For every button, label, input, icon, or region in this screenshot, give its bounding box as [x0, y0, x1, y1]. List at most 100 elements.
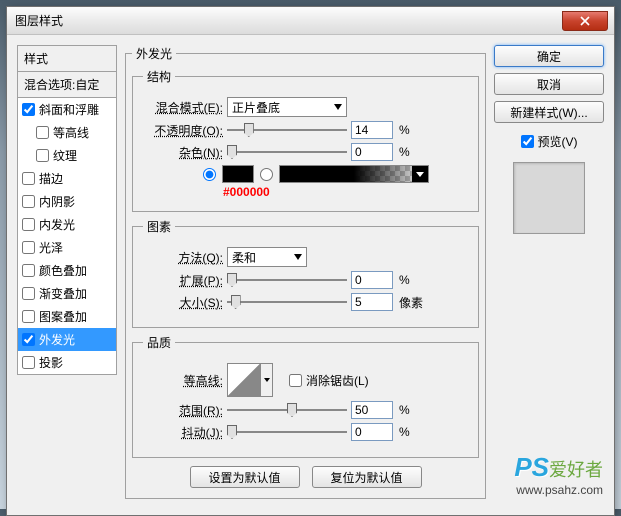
style-checkbox[interactable] [22, 172, 35, 185]
style-label: 颜色叠加 [39, 262, 87, 279]
opacity-slider[interactable] [227, 122, 347, 138]
sidebar-header[interactable]: 样式 [17, 45, 117, 72]
elements-group: 图素 方法(Q): 柔和 扩展(P): % [132, 218, 479, 328]
style-label: 描边 [39, 170, 63, 187]
range-label: 范围(R): [143, 402, 223, 419]
jitter-label: 抖动(J): [143, 424, 223, 441]
style-list: 斜面和浮雕等高线纹理描边内阴影内发光光泽颜色叠加渐变叠加图案叠加外发光投影 [17, 98, 117, 375]
style-item[interactable]: 颜色叠加 [18, 259, 116, 282]
style-checkbox[interactable] [22, 356, 35, 369]
size-unit: 像素 [399, 294, 423, 311]
style-checkbox[interactable] [22, 218, 35, 231]
style-item[interactable]: 图案叠加 [18, 305, 116, 328]
structure-legend: 结构 [143, 68, 175, 85]
style-label: 等高线 [53, 124, 89, 141]
style-label: 纹理 [53, 147, 77, 164]
color-annotation: #000000 [223, 185, 468, 199]
color-radio[interactable] [203, 168, 216, 181]
noise-slider[interactable] [227, 144, 347, 160]
main-panel: 外发光 结构 混合模式(E): 正片叠底 不透明度(O): [125, 45, 486, 505]
group-title: 外发光 [132, 45, 176, 62]
ok-button[interactable]: 确定 [494, 45, 604, 67]
quality-legend: 品质 [143, 334, 175, 351]
gradient-picker[interactable] [279, 165, 429, 183]
preview-label: 预览(V) [538, 133, 578, 150]
spread-label: 扩展(P): [143, 272, 223, 289]
style-checkbox[interactable] [22, 264, 35, 277]
style-label: 内阴影 [39, 193, 75, 210]
style-label: 光泽 [39, 239, 63, 256]
blend-mode-label: 混合模式(E): [143, 99, 223, 116]
opacity-unit: % [399, 123, 410, 137]
style-item[interactable]: 渐变叠加 [18, 282, 116, 305]
dropdown-arrow-icon [294, 254, 302, 260]
color-swatch[interactable] [222, 165, 254, 183]
gradient-radio[interactable] [260, 168, 273, 181]
style-checkbox[interactable] [22, 241, 35, 254]
style-label: 图案叠加 [39, 308, 87, 325]
style-item[interactable]: 外发光 [18, 328, 116, 351]
jitter-slider[interactable] [227, 424, 347, 440]
size-slider[interactable] [227, 294, 347, 310]
noise-input[interactable] [351, 143, 393, 161]
blend-mode-value: 正片叠底 [232, 99, 280, 116]
spread-slider[interactable] [227, 272, 347, 288]
contour-dropdown[interactable] [261, 363, 273, 397]
spread-unit: % [399, 273, 410, 287]
close-icon [580, 16, 590, 26]
noise-unit: % [399, 145, 410, 159]
style-item[interactable]: 纹理 [18, 144, 116, 167]
style-checkbox[interactable] [22, 333, 35, 346]
technique-value: 柔和 [232, 249, 256, 266]
style-label: 投影 [39, 354, 63, 371]
jitter-input[interactable] [351, 423, 393, 441]
style-item[interactable]: 描边 [18, 167, 116, 190]
style-label: 内发光 [39, 216, 75, 233]
new-style-button[interactable]: 新建样式(W)... [494, 101, 604, 123]
contour-picker[interactable] [227, 363, 261, 397]
styles-sidebar: 样式 混合选项:自定 斜面和浮雕等高线纹理描边内阴影内发光光泽颜色叠加渐变叠加图… [17, 45, 117, 505]
style-item[interactable]: 光泽 [18, 236, 116, 259]
elements-legend: 图素 [143, 218, 175, 235]
range-input[interactable] [351, 401, 393, 419]
blend-mode-select[interactable]: 正片叠底 [227, 97, 347, 117]
range-unit: % [399, 403, 410, 417]
set-default-button[interactable]: 设置为默认值 [190, 466, 300, 488]
style-item[interactable]: 投影 [18, 351, 116, 374]
technique-label: 方法(Q): [143, 249, 223, 266]
style-item[interactable]: 斜面和浮雕 [18, 98, 116, 121]
size-input[interactable] [351, 293, 393, 311]
style-checkbox[interactable] [22, 287, 35, 300]
style-item[interactable]: 等高线 [18, 121, 116, 144]
technique-select[interactable]: 柔和 [227, 247, 307, 267]
cancel-button[interactable]: 取消 [494, 73, 604, 95]
dropdown-arrow-icon [334, 104, 342, 110]
style-label: 斜面和浮雕 [39, 101, 99, 118]
style-checkbox[interactable] [36, 149, 49, 162]
range-slider[interactable] [227, 402, 347, 418]
quality-group: 品质 等高线: 消除锯齿(L) 范围(R): % [132, 334, 479, 458]
style-checkbox[interactable] [22, 310, 35, 323]
reset-default-button[interactable]: 复位为默认值 [312, 466, 422, 488]
style-item[interactable]: 内发光 [18, 213, 116, 236]
window-title: 图层样式 [15, 12, 63, 29]
layer-style-dialog: 图层样式 样式 混合选项:自定 斜面和浮雕等高线纹理描边内阴影内发光光泽颜色叠加… [6, 6, 615, 516]
antialias-label: 消除锯齿(L) [306, 372, 369, 389]
contour-label: 等高线: [143, 372, 223, 389]
close-button[interactable] [562, 11, 608, 31]
preview-checkbox[interactable] [521, 135, 534, 148]
preview-thumbnail [513, 162, 585, 234]
antialias-checkbox[interactable] [289, 374, 302, 387]
opacity-input[interactable] [351, 121, 393, 139]
size-label: 大小(S): [143, 294, 223, 311]
titlebar: 图层样式 [7, 7, 614, 35]
blending-options-item[interactable]: 混合选项:自定 [17, 72, 117, 98]
spread-input[interactable] [351, 271, 393, 289]
outer-glow-group: 外发光 结构 混合模式(E): 正片叠底 不透明度(O): [125, 45, 486, 499]
style-checkbox[interactable] [36, 126, 49, 139]
style-checkbox[interactable] [22, 103, 35, 116]
style-item[interactable]: 内阴影 [18, 190, 116, 213]
opacity-label: 不透明度(O): [143, 122, 223, 139]
style-checkbox[interactable] [22, 195, 35, 208]
style-label: 外发光 [39, 331, 75, 348]
